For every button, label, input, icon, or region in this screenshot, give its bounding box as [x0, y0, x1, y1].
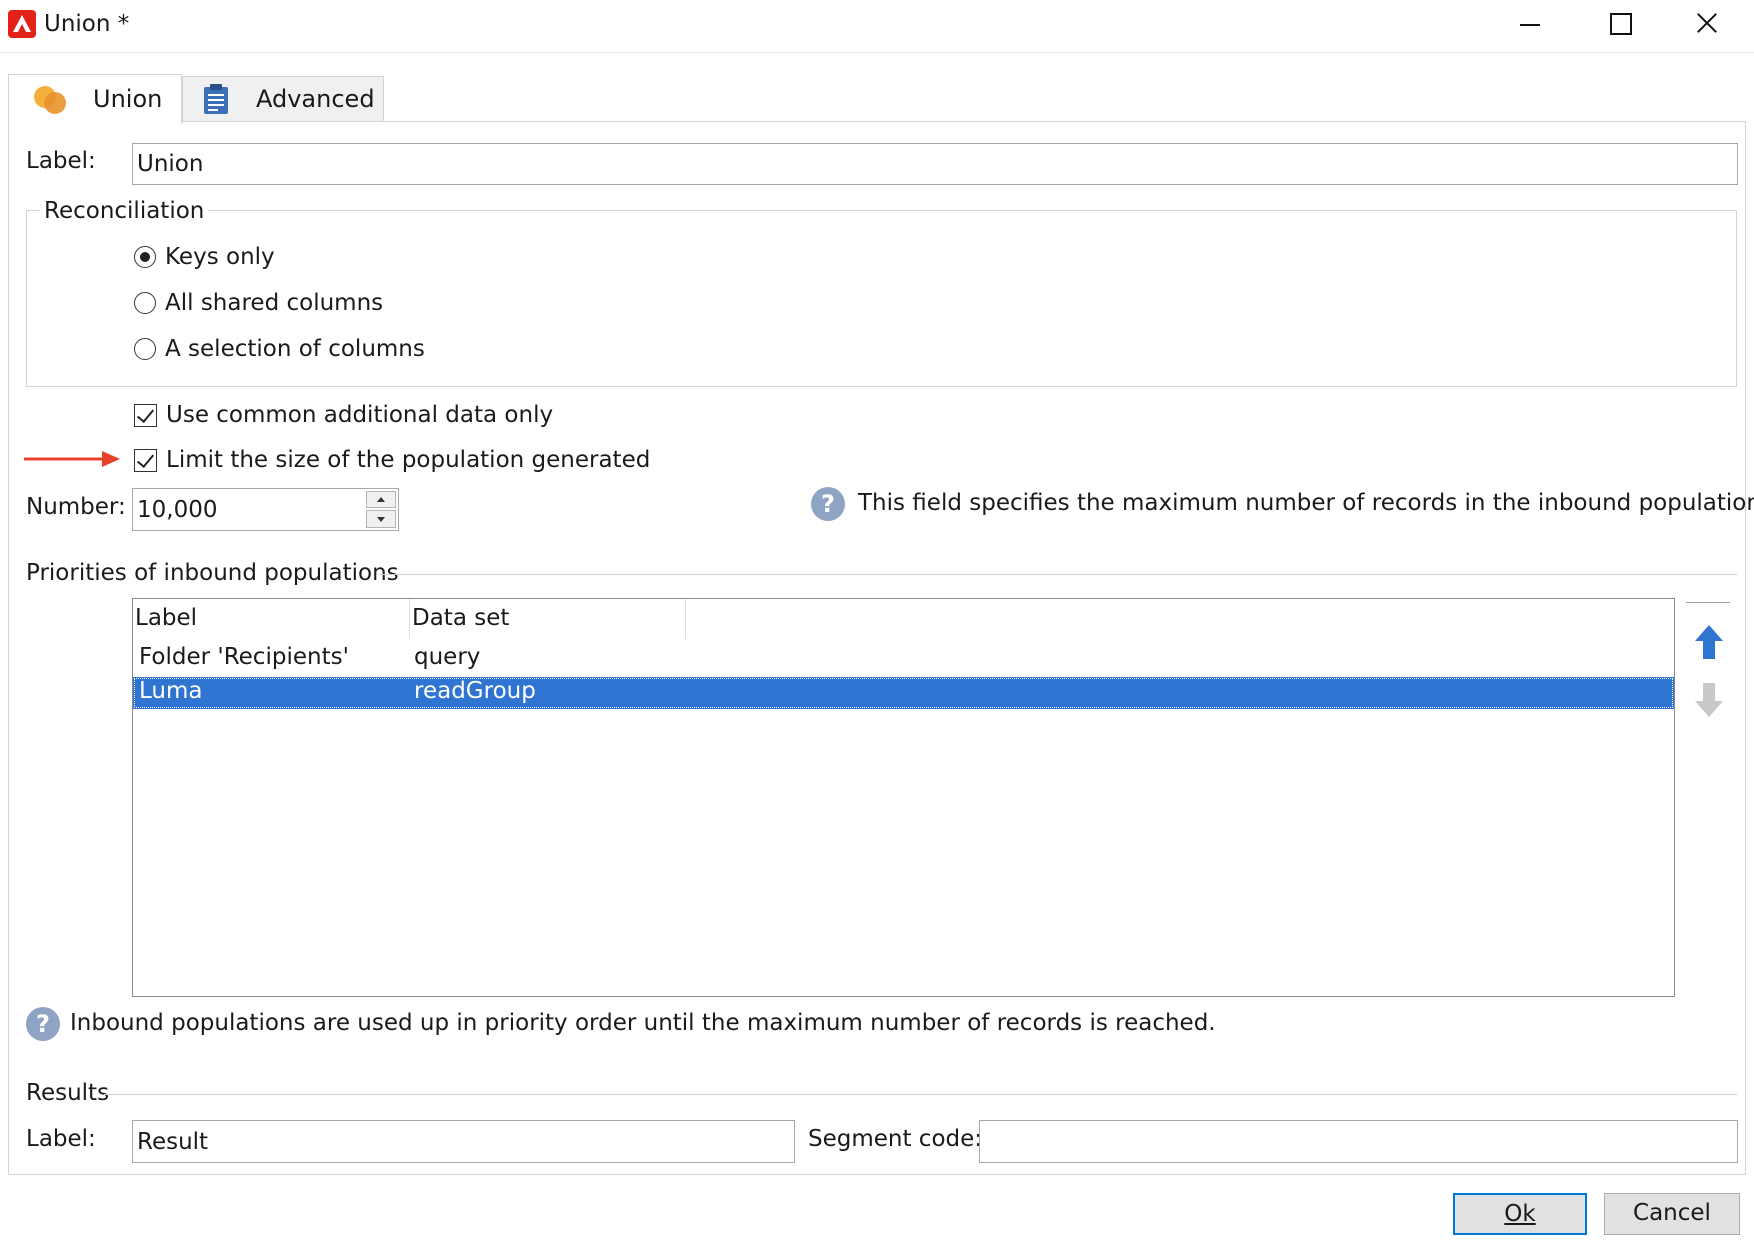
- reconciliation-title: Reconciliation: [40, 197, 209, 225]
- maximize-button[interactable]: [1574, 0, 1664, 48]
- priorities-separator: [380, 574, 1737, 575]
- checkbox-common-data[interactable]: [134, 404, 157, 427]
- tab-advanced[interactable]: Advanced: [182, 76, 384, 122]
- column-header-label[interactable]: Label: [133, 599, 410, 639]
- results-separator: [104, 1094, 1737, 1095]
- checkbox-limit-size-label: Limit the size of the population generat…: [166, 447, 651, 473]
- ok-button[interactable]: Ok: [1453, 1193, 1587, 1235]
- triangle-up-icon: [377, 497, 385, 502]
- number-help-text: This field specifies the maximum number …: [858, 490, 1754, 516]
- cancel-button[interactable]: Cancel: [1604, 1193, 1740, 1235]
- number-input[interactable]: [133, 489, 363, 530]
- stepper-down-button[interactable]: [366, 510, 396, 528]
- segment-code-caption: Segment code:: [808, 1126, 983, 1152]
- result-label-caption: Label:: [26, 1126, 96, 1152]
- priorities-title: Priorities of inbound populations: [26, 560, 399, 586]
- app-logo-icon: [8, 10, 36, 38]
- radio-keys-only-label: Keys only: [165, 244, 275, 270]
- move-buttons-separator: [1686, 602, 1730, 603]
- radio-all-shared-columns-label: All shared columns: [165, 290, 384, 316]
- results-title: Results: [26, 1080, 110, 1106]
- radio-all-shared-columns[interactable]: [134, 292, 156, 314]
- row-label: Luma: [139, 678, 203, 704]
- label-input[interactable]: [132, 143, 1738, 185]
- label-caption: Label:: [26, 148, 96, 174]
- move-up-arrow-icon[interactable]: [1694, 623, 1724, 661]
- row-dataset: query: [414, 644, 481, 670]
- maximize-icon: [1610, 13, 1632, 35]
- tab-union-label: Union: [93, 85, 163, 113]
- minimize-icon: [1520, 24, 1540, 26]
- table-row-selected[interactable]: Luma readGroup: [133, 677, 1674, 709]
- number-caption: Number:: [26, 494, 126, 520]
- radio-keys-only[interactable]: [134, 246, 156, 268]
- triangle-down-icon: [377, 517, 385, 522]
- help-icon: ?: [811, 487, 845, 521]
- tab-union[interactable]: Union: [8, 74, 182, 124]
- segment-code-input[interactable]: [979, 1120, 1738, 1163]
- radio-selection-of-columns-label: A selection of columns: [165, 336, 425, 362]
- move-down-arrow-icon[interactable]: [1694, 681, 1724, 719]
- row-dataset: readGroup: [414, 678, 536, 704]
- minimize-button[interactable]: [1484, 0, 1574, 48]
- priorities-help-text: Inbound populations are used up in prior…: [70, 1010, 1216, 1036]
- annotation-arrow-icon: [24, 451, 120, 467]
- title-bar: Union *: [0, 0, 1754, 53]
- priorities-table[interactable]: Label Data set Folder 'Recipients' query…: [132, 598, 1675, 997]
- clipboard-icon: [204, 84, 228, 114]
- radio-selection-of-columns[interactable]: [134, 338, 156, 360]
- column-header-dataset[interactable]: Data set: [410, 599, 686, 639]
- table-row[interactable]: Folder 'Recipients' query: [133, 643, 1674, 675]
- checkbox-common-data-label: Use common additional data only: [166, 402, 554, 428]
- result-label-input[interactable]: [132, 1120, 795, 1163]
- row-label: Folder 'Recipients': [139, 644, 349, 670]
- stepper-up-button[interactable]: [366, 491, 396, 508]
- union-circles-icon: [34, 86, 66, 114]
- tab-advanced-label: Advanced: [256, 85, 375, 113]
- number-stepper: [132, 488, 399, 531]
- checkbox-limit-size[interactable]: [134, 449, 157, 472]
- close-button[interactable]: [1664, 0, 1754, 48]
- help-icon: ?: [26, 1007, 60, 1041]
- window-title: Union *: [44, 11, 130, 37]
